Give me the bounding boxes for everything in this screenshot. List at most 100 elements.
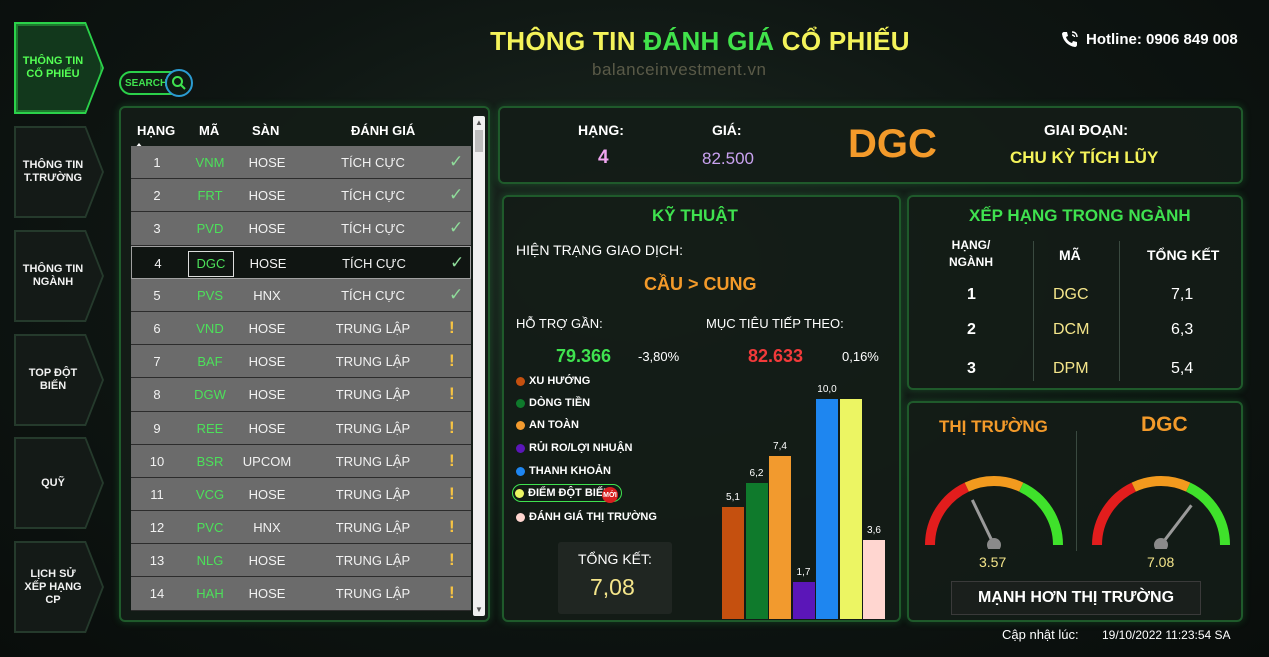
price-label: GIÁ: [712, 122, 742, 138]
total-label: TỔNG KẾT: [578, 551, 652, 567]
row-rank: 2 [153, 188, 161, 204]
row-exchange: HOSE [248, 387, 286, 403]
table-row[interactable]: 11 VCG HOSE TRUNG LẬP! [131, 477, 471, 512]
trade-status-value: CẦU > CUNG [644, 274, 757, 294]
nav-item-funds[interactable]: QUỸ [16, 439, 102, 527]
row-exchange: HOSE [248, 188, 286, 204]
warning-icon: ! [449, 483, 455, 503]
nav-item-rank-history[interactable]: LỊCH SỬ XẾP HẠNG CP [16, 543, 102, 631]
table-row[interactable]: 5 PVS HNX TÍCH CỰC ✓ [131, 278, 471, 312]
legend-item[interactable]: DÒNG TIỀN [516, 397, 590, 409]
market-gauge-value: 3.57 [979, 554, 1007, 570]
legend-item[interactable]: ĐÁNH GIÁ THỊ TRƯỜNG [516, 511, 657, 523]
stock-gauge-value: 7.08 [1147, 554, 1175, 570]
legend-label: AN TOÀN [529, 419, 579, 431]
row-code: VNM [195, 155, 225, 170]
row-code: BAF [197, 354, 223, 370]
table-row[interactable]: 1 VNM HOSE TÍCH CỰC ✓ [131, 146, 471, 180]
support-value: 79.366 [556, 346, 612, 366]
chart-bar[interactable] [816, 399, 838, 619]
ranking-divider [1033, 241, 1034, 381]
table-row[interactable]: 7 BAF HOSE TRUNG LẬP! [131, 345, 471, 379]
rank-value: 4 [598, 147, 609, 168]
sector-ranking-panel: XẾP HẠNG TRONG NGÀNH HẠNG/ NGÀNH MÃ TỔNG… [907, 195, 1243, 390]
nav-item-sector-info[interactable]: THÔNG TIN NGÀNH [16, 232, 102, 320]
table-row[interactable]: 10 BSR UPCOM TRUNG LẬP! [131, 444, 471, 478]
nav-item-market-info[interactable]: THÔNG TIN T.TRƯỜNG [16, 128, 102, 216]
stock-gauge [1092, 476, 1230, 549]
scroll-down-icon[interactable]: ▼ [475, 605, 483, 614]
search-button[interactable]: SEARCH [119, 69, 193, 97]
legend-item[interactable]: RỦI RO/LỢI NHUẬN [516, 442, 633, 454]
legend-label: XU HƯỚNG [529, 375, 591, 387]
bar-value-label: 7,4 [773, 441, 787, 453]
row-rating: TRUNG LẬP [335, 520, 411, 536]
legend-label: ĐIỂM ĐỘT BIẾN [528, 487, 612, 499]
row-rating: TÍCH CỰC [341, 287, 405, 303]
table-row[interactable]: 14 HAH HOSE TRUNG LẬP! [131, 577, 471, 611]
table-header: HẠNG MÃ SÀN ĐÁNH GIÁ [131, 123, 471, 148]
page-title: THÔNG TIN ĐÁNH GIÁ CỔ PHIẾU [490, 26, 910, 56]
nav-item-top-movers[interactable]: TOP ĐỘT BIẾN [16, 336, 102, 424]
target-value: 82.633 [748, 346, 804, 366]
nav-item-stock-info[interactable]: THÔNG TIN CỔ PHIẾU [16, 24, 102, 112]
gauge-needle [970, 499, 996, 546]
gauge-hub [987, 538, 1001, 549]
header-exchange[interactable]: SÀN [252, 123, 279, 138]
total-value: 7,08 [590, 574, 635, 600]
legend-item[interactable]: THANH KHOẢN [516, 465, 611, 477]
row-code: PVC [196, 520, 224, 536]
table-row[interactable]: 6 VND HOSE TRUNG LẬP! [131, 311, 471, 346]
ranking-rank: 2 [967, 321, 976, 338]
row-rank: 1 [153, 155, 161, 170]
scrollbar-thumb[interactable] [475, 130, 483, 152]
chart-bar[interactable] [769, 456, 791, 619]
row-rank: 3 [153, 221, 161, 237]
bar-value-label: 5,1 [726, 491, 740, 503]
legend-item[interactable]: AN TOÀN [516, 419, 579, 431]
chart-bar[interactable] [839, 399, 862, 619]
ranking-rank: 1 [967, 286, 976, 303]
ranking-code: DCM [1053, 321, 1090, 338]
row-code: REE [196, 420, 224, 436]
scroll-up-icon[interactable]: ▲ [475, 118, 483, 127]
chart-bar[interactable] [863, 539, 885, 619]
warning-icon: ! [449, 583, 455, 603]
table-row[interactable]: 3 PVD HOSE TÍCH CỰC ✓ [131, 212, 471, 246]
target-pct: 0,16% [842, 349, 879, 364]
header-rating[interactable]: ĐÁNH GIÁ [351, 123, 415, 138]
row-exchange: HNX [253, 287, 281, 303]
row-exchange: HOSE [248, 486, 286, 502]
row-rating: TRUNG LẬP [335, 420, 411, 436]
table-row[interactable]: 2 FRT HOSE TÍCH CỰC ✓ [131, 179, 471, 213]
row-code: BSR [196, 453, 224, 469]
verdict-box: MẠNH HƠN THỊ TRƯỜNG [951, 581, 1201, 615]
chart-bar[interactable] [745, 482, 768, 619]
row-rating: TRUNG LẬP [335, 387, 411, 403]
score-bar-chart: 5,1 6,2 7,4 1,7 10,0 3,6 [722, 384, 892, 619]
chart-bar[interactable] [722, 506, 744, 619]
table-row[interactable]: 8 DGW HOSE TRUNG LẬP! [131, 378, 471, 412]
update-time: 19/10/2022 11:23:54 SA [1102, 628, 1231, 642]
table-row[interactable]: 13 NLG HOSE TRUNG LẬP! [131, 544, 471, 578]
sector-ranking-title: XẾP HẠNG TRONG NGÀNH [969, 206, 1191, 225]
technical-title: KỸ THUẬT [652, 206, 738, 225]
table-row[interactable]: 9 REE HOSE TRUNG LẬP! [131, 411, 471, 445]
header-code[interactable]: MÃ [199, 123, 219, 138]
row-rating: TÍCH CỰC [341, 221, 405, 237]
header-rank[interactable]: HẠNG [137, 123, 175, 138]
row-exchange: HNX [253, 520, 281, 536]
row-rank: 11 [150, 486, 164, 502]
check-icon: ✓ [449, 152, 464, 171]
legend-item[interactable]: XU HƯỚNG [516, 375, 590, 387]
check-icon: ✓ [450, 252, 465, 272]
ranking-code: DGC [1053, 286, 1089, 303]
row-rank: 5 [153, 287, 161, 303]
chart-bar[interactable] [792, 581, 815, 619]
table-row[interactable]: 4 DGC HOSE TÍCH CỰC ✓ [131, 245, 471, 279]
row-exchange: HOSE [248, 586, 286, 602]
table-row[interactable]: 12 PVC HNX TRUNG LẬP! [131, 511, 471, 545]
gauge-panel: THỊ TRƯỜNG DGC 3.57 7.08 MẠNH HƠN THỊ TR… [907, 401, 1243, 622]
warning-icon: ! [449, 417, 455, 437]
table-scrollbar[interactable]: ▲ ▼ [473, 116, 485, 616]
